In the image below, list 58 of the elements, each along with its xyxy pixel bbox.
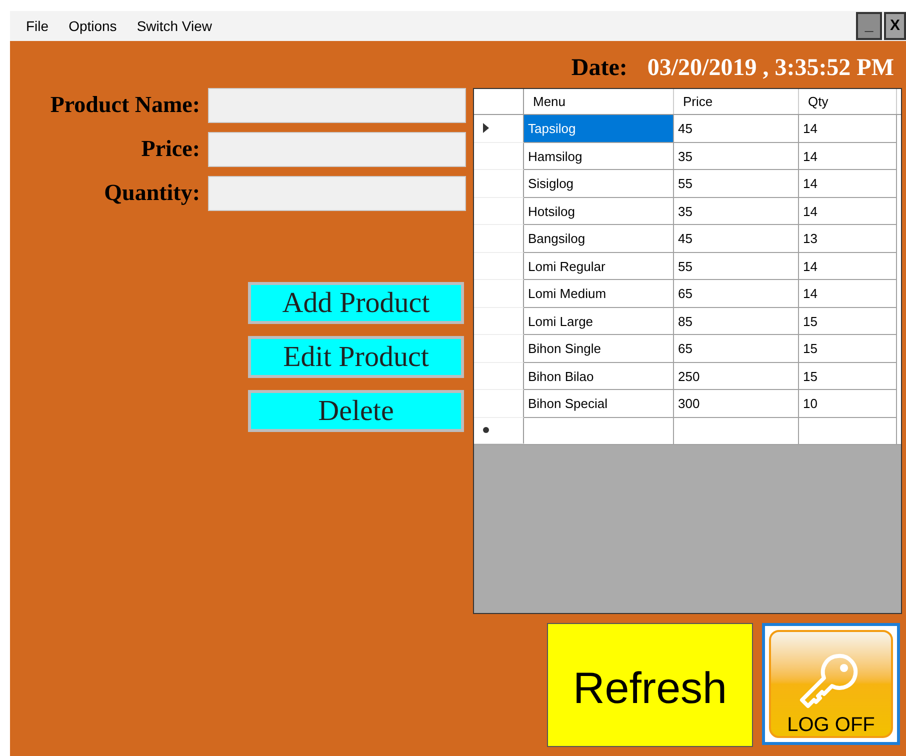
column-header[interactable]: Qty (799, 89, 897, 114)
table-cell[interactable]: 45 (674, 225, 799, 252)
table-cell[interactable]: Bangsilog (524, 225, 674, 252)
table-cell[interactable]: 55 (674, 252, 799, 280)
new-row-icon (483, 427, 489, 434)
table-cell[interactable]: 65 (674, 280, 799, 308)
table-cell[interactable]: 35 (674, 142, 799, 170)
table-cell[interactable]: 300 (674, 390, 799, 418)
table-cell[interactable]: Sisiglog (524, 170, 674, 198)
table-cell[interactable]: 15 (799, 335, 897, 362)
close-button[interactable]: X (884, 12, 906, 40)
input-field[interactable] (208, 176, 466, 211)
table-cell[interactable]: 15 (799, 362, 897, 390)
table-cell[interactable]: 35 (674, 198, 799, 225)
column-header[interactable]: Menu (524, 89, 674, 114)
table-cell[interactable]: Lomi Medium (524, 280, 674, 308)
table-cell[interactable]: 15 (799, 308, 897, 335)
date-label: Date: (571, 54, 628, 83)
table-cell[interactable]: Hotsilog (524, 198, 674, 225)
table-cell[interactable]: 45 (674, 115, 799, 142)
minimize-button[interactable]: _ (856, 12, 882, 40)
current-row-icon (483, 123, 489, 134)
field-label: Price: (140, 135, 200, 164)
refresh-button[interactable]: Refresh (547, 623, 753, 747)
table-cell[interactable]: 14 (799, 198, 897, 225)
column-header[interactable]: Price (674, 89, 799, 114)
input-field[interactable] (208, 132, 466, 167)
table-cell[interactable]: Bihon Special (524, 390, 674, 418)
menu-item[interactable]: Options (60, 16, 125, 36)
action-button[interactable]: Edit Product (248, 336, 464, 378)
table-cell[interactable]: Tapsilog (524, 115, 674, 142)
table-cell[interactable]: 55 (674, 170, 799, 198)
table-cell[interactable]: Hamsilog (524, 142, 674, 170)
field-label: Product Name: (49, 91, 200, 120)
table-cell[interactable]: 14 (799, 280, 897, 308)
table-cell[interactable]: 250 (674, 362, 799, 390)
log-off-button[interactable]: LOG OFF (762, 623, 900, 745)
action-button[interactable]: Delete (248, 390, 464, 432)
row-header[interactable] (474, 418, 524, 444)
table-cell[interactable]: 85 (674, 308, 799, 335)
table-cell[interactable]: Lomi Regular (524, 252, 674, 280)
action-button[interactable]: Add Product (248, 282, 464, 324)
table-cell[interactable]: 14 (799, 115, 897, 142)
menu-item[interactable]: File (18, 16, 57, 36)
menu-item[interactable]: Switch View (128, 16, 220, 36)
table-cell[interactable]: 14 (799, 142, 897, 170)
table-cell[interactable]: Lomi Large (524, 308, 674, 335)
field-label: Quantity: (103, 179, 200, 208)
input-field[interactable] (208, 88, 466, 123)
table-cell[interactable]: 14 (799, 170, 897, 198)
table-cell[interactable]: 65 (674, 335, 799, 362)
table-cell[interactable]: Bihon Single (524, 335, 674, 362)
log-off-label: LOG OFF (787, 714, 875, 736)
table-cell[interactable]: 10 (799, 390, 897, 418)
table-cell[interactable]: 14 (799, 252, 897, 280)
table-cell[interactable]: 13 (799, 225, 897, 252)
date-value: 03/20/2019 , 3:35:52 PM (647, 54, 894, 83)
table-cell[interactable]: Bihon Bilao (524, 362, 674, 390)
